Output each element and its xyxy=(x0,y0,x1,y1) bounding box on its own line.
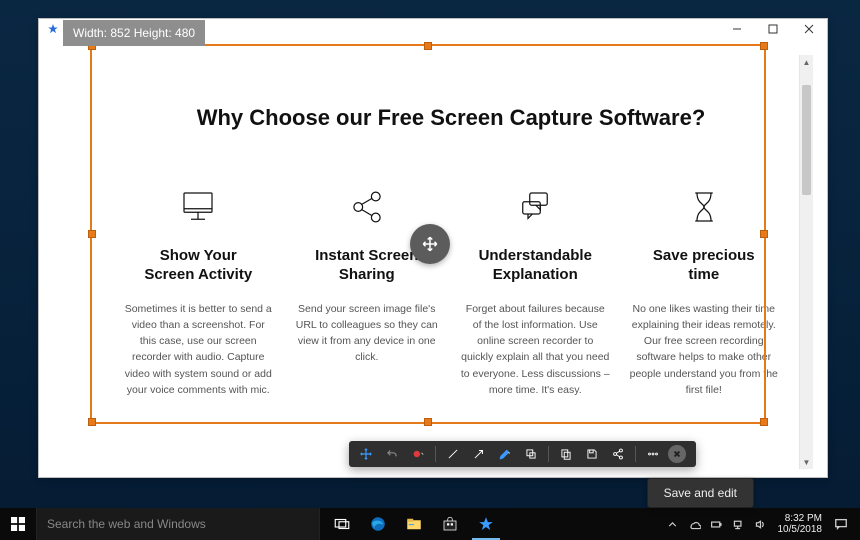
line-tool-button[interactable] xyxy=(440,441,466,467)
file-explorer-button[interactable] xyxy=(396,508,432,540)
share-icon xyxy=(292,185,443,229)
vertical-scrollbar[interactable]: ▲ ▼ xyxy=(799,55,813,469)
feature-desc: Sometimes it is better to send a video t… xyxy=(123,301,274,399)
feature-item: Instant Screen Sharing Send your screen … xyxy=(292,185,443,398)
undo-button[interactable] xyxy=(379,441,405,467)
shape-tool-button[interactable] xyxy=(518,441,544,467)
move-tool-button[interactable] xyxy=(353,441,379,467)
edge-browser-button[interactable] xyxy=(360,508,396,540)
chat-icon xyxy=(460,185,611,229)
copy-button[interactable] xyxy=(553,441,579,467)
capture-app-button[interactable] xyxy=(468,508,504,540)
feature-title: Save precious time xyxy=(629,247,780,285)
pen-tool-button[interactable] xyxy=(492,441,518,467)
move-icon xyxy=(421,235,439,253)
maximize-button[interactable] xyxy=(755,19,791,39)
record-button[interactable] xyxy=(405,441,431,467)
page-content: Why Choose our Free Screen Capture Softw… xyxy=(89,55,813,469)
network-icon[interactable] xyxy=(728,508,750,540)
save-and-edit-button[interactable]: Save and edit xyxy=(647,478,754,508)
page-headline: Why Choose our Free Screen Capture Softw… xyxy=(123,105,779,131)
feature-title: Understandable Explanation xyxy=(460,247,611,285)
clock-time: 8:32 PM xyxy=(778,513,823,525)
move-handle[interactable] xyxy=(410,224,450,264)
tray-overflow-button[interactable] xyxy=(662,508,684,540)
capture-dimensions-label: Width: 852 Height: 480 xyxy=(63,20,205,46)
clock-date: 10/5/2018 xyxy=(778,524,823,536)
taskbar-clock[interactable]: 8:32 PM 10/5/2018 xyxy=(772,513,829,536)
scrollbar-thumb[interactable] xyxy=(802,85,811,195)
scroll-up-icon[interactable]: ▲ xyxy=(800,55,813,69)
share-button[interactable] xyxy=(605,441,631,467)
system-tray: 8:32 PM 10/5/2018 xyxy=(662,508,860,540)
minimize-button[interactable] xyxy=(719,19,755,39)
feature-row: Show Your Screen Activity Sometimes it i… xyxy=(123,185,779,398)
feature-desc: No one likes wasting their time explaini… xyxy=(629,301,780,399)
onedrive-icon[interactable] xyxy=(684,508,706,540)
save-file-button[interactable] xyxy=(579,441,605,467)
search-input[interactable]: Search the web and Windows xyxy=(36,508,320,540)
feature-item: Understandable Explanation Forget about … xyxy=(460,185,611,398)
windows-icon xyxy=(11,517,25,531)
volume-icon[interactable] xyxy=(750,508,772,540)
hourglass-icon xyxy=(629,185,780,229)
favorite-icon xyxy=(47,23,59,35)
arrow-tool-button[interactable] xyxy=(466,441,492,467)
scroll-down-icon[interactable]: ▼ xyxy=(800,455,813,469)
store-button[interactable] xyxy=(432,508,468,540)
action-center-button[interactable] xyxy=(828,517,854,531)
close-button[interactable] xyxy=(791,19,827,39)
feature-desc: Forget about failures because of the los… xyxy=(460,301,611,399)
feature-title: Show Your Screen Activity xyxy=(123,247,274,285)
more-button[interactable] xyxy=(640,441,666,467)
feature-item: Save precious time No one likes wasting … xyxy=(629,185,780,398)
feature-desc: Send your screen image file's URL to col… xyxy=(292,301,443,366)
capture-toolbar xyxy=(349,441,696,467)
monitor-icon xyxy=(123,185,274,229)
search-placeholder: Search the web and Windows xyxy=(47,517,206,531)
toolbar-close-button[interactable] xyxy=(668,445,686,463)
start-button[interactable] xyxy=(0,508,36,540)
taskbar: Search the web and Windows 8:32 PM 10/5/… xyxy=(0,508,860,540)
feature-item: Show Your Screen Activity Sometimes it i… xyxy=(123,185,274,398)
task-view-button[interactable] xyxy=(324,508,360,540)
battery-icon[interactable] xyxy=(706,508,728,540)
